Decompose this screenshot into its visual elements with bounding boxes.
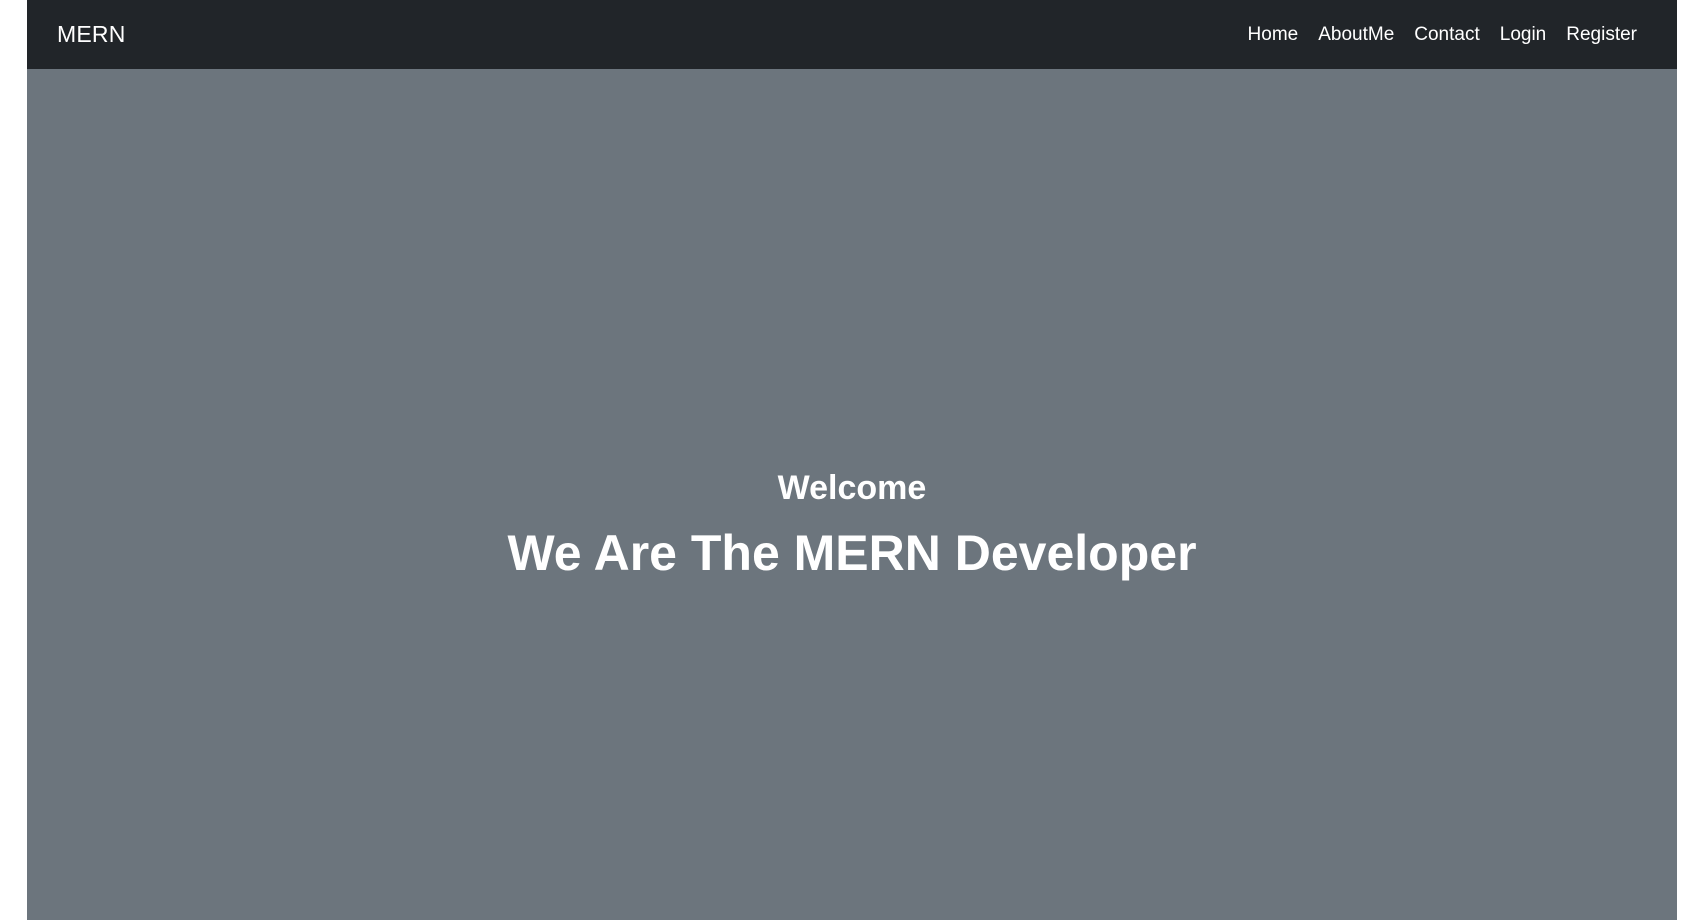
navbar: MERN Home AboutMe Contact Login Register [27,0,1677,69]
hero-title: We Are The MERN Developer [507,525,1197,581]
page: MERN Home AboutMe Contact Login Register… [27,0,1677,920]
nav-link-register[interactable]: Register [1566,24,1637,46]
nav-link-login[interactable]: Login [1500,24,1547,46]
nav-link-aboutme[interactable]: AboutMe [1318,24,1394,46]
brand-link[interactable]: MERN [57,21,126,48]
nav-link-home[interactable]: Home [1248,24,1299,46]
nav-link-contact[interactable]: Contact [1414,24,1479,46]
hero-section: Welcome We Are The MERN Developer [27,69,1677,920]
nav-links: Home AboutMe Contact Login Register [1248,24,1637,46]
hero-welcome: Welcome [777,469,927,507]
